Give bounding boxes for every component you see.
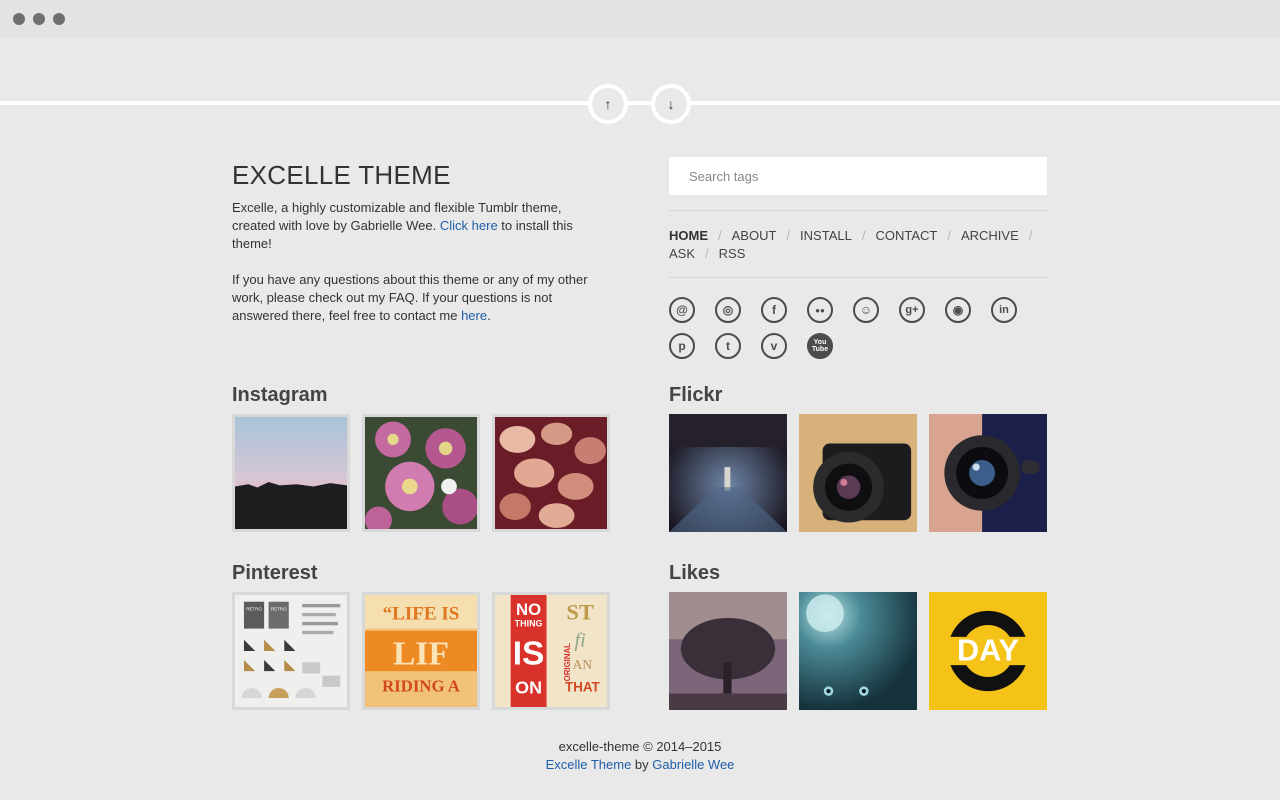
flickr-icon[interactable]: ●● [807,297,833,323]
nav-ask[interactable]: Ask [669,246,695,261]
flickr-photo-camera[interactable] [799,414,917,532]
likes-grid: DAY [669,592,1047,710]
pin-life-text-2: LIF [393,635,449,672]
pin-nothing-st: ST [566,600,593,625]
window-zoom-button[interactable] [53,13,65,25]
email-icon[interactable]: @ [669,297,695,323]
day-logo-text: DAY [957,633,1019,667]
author-link[interactable]: Gabrielle Wee [652,757,734,772]
menu-top-divider [669,210,1048,211]
instagram-photo-sunset[interactable] [232,414,350,532]
pin-nothing-no: NO [516,600,541,619]
linkedin-icon[interactable]: in [991,297,1017,323]
pinterest-pin-life-riding[interactable]: “LIFE IS LIF RIDING A [362,592,480,710]
description-paragraph: Excelle, a highly customizable and flexi… [232,200,573,251]
blog-title: EXCELLE THEME [232,160,451,190]
nav-about[interactable]: About [732,228,777,243]
pin-nothing-thing: THING [515,618,543,628]
pin-life-text-3: RIDING A [382,676,460,695]
pinterest-icon[interactable]: p [669,333,695,359]
flickr-grid [669,414,1047,532]
pinterest-pin-retro-ui[interactable]: RETRO RETRO [232,592,350,710]
pin-nothing-fi: fi [575,630,586,652]
dribbble-icon[interactable]: ◎ [715,297,741,323]
flickr-photo-lens[interactable] [929,414,1047,532]
blog-description: Excelle, a highly customizable and flexi… [232,199,607,325]
theme-link[interactable]: Excelle Theme [546,757,632,772]
instagram-photo-flowers[interactable] [362,414,480,532]
scroll-down-button[interactable]: ↓ [651,84,691,124]
likes-photo-tree[interactable] [669,592,787,710]
social-links: @ ◎ f ●● ☺ g+ ◉ in p t v You Tube [669,297,1049,359]
twitter-icon[interactable]: t [715,333,741,359]
pin-life-text-1: “LIFE IS [383,604,460,625]
arrow-down-icon: ↓ [667,96,675,112]
pin-nothing-is: IS [513,635,545,672]
contact-link[interactable]: here [461,308,487,323]
likes-day-logo[interactable]: DAY [929,592,1047,710]
main-nav: Home / About / Install / Contact / Archive / Ask / R… [669,228,1033,261]
window-close-button[interactable] [13,13,25,25]
menu-bottom-divider [669,277,1048,278]
nav-home[interactable]: Home [669,228,708,243]
nav-contact[interactable]: Contact [875,228,937,243]
nav-install[interactable]: Install [800,228,852,243]
arrow-up-icon: ↑ [604,96,612,112]
pin-retro-label-2: RETRO [271,607,287,612]
install-link[interactable]: Click here [440,218,498,233]
vimeo-icon[interactable]: v [761,333,787,359]
github-icon[interactable]: ☺ [853,297,879,323]
flickr-heading: Flickr [669,384,723,406]
window-minimize-button[interactable] [33,13,45,25]
footer-copyright: excelle-theme © 2014–2015 [558,739,722,754]
pin-nothing-an: AN [573,657,593,672]
nav-archive[interactable]: Archive [961,228,1019,243]
pinterest-pin-nothing-original[interactable]: NO THING IS ON ST fi AN THAT ORIGINAL [492,592,610,710]
pin-retro-label-1: RETRO [246,607,262,612]
instagram-grid [232,414,610,532]
instagram-icon[interactable]: ◉ [945,297,971,323]
pin-nothing-on: ON [515,678,542,698]
flickr-photo-corridor[interactable] [669,414,787,532]
header-divider [0,101,1280,105]
instagram-photo-chrysanthemum[interactable] [492,414,610,532]
faq-paragraph: If you have any questions about this the… [232,272,588,323]
likes-heading: Likes [669,562,721,584]
pinterest-grid: RETRO RETRO “LIFE IS LIF RIDING A NO THI… [232,592,610,710]
nav-rss[interactable]: RSS [719,246,746,261]
window-titlebar [0,0,1280,38]
search-tags-input[interactable] [669,157,1047,195]
pin-nothing-original: ORIGINAL [563,643,572,681]
pinterest-heading: Pinterest [232,562,318,584]
facebook-icon[interactable]: f [761,297,787,323]
site-footer: excelle-theme © 2014–2015 Excelle Theme … [0,738,1280,774]
youtube-icon[interactable]: You Tube [807,333,833,359]
footer-credits: Excelle Theme by Gabrielle Wee [545,757,735,772]
instagram-heading: Instagram [232,384,328,406]
likes-photo-creature[interactable] [799,592,917,710]
pin-nothing-that: THAT [565,679,601,694]
google-plus-icon[interactable]: g+ [899,297,925,323]
scroll-up-button[interactable]: ↑ [588,84,628,124]
